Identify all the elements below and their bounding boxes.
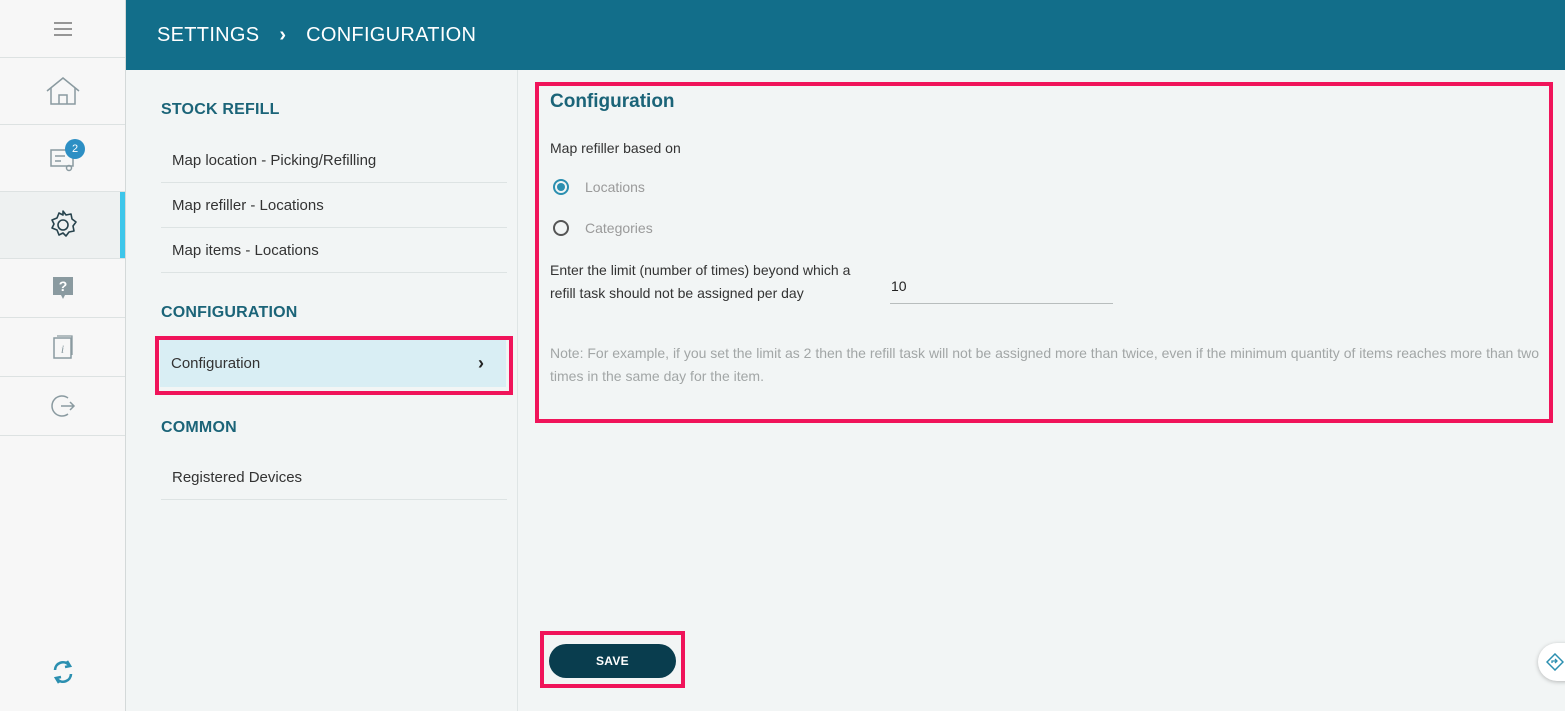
map-refiller-label: Map refiller based on (550, 140, 681, 156)
radio-categories-indicator[interactable] (553, 220, 569, 236)
notification-badge: 2 (65, 139, 85, 159)
svg-text:?: ? (58, 278, 67, 294)
menu-item-configuration[interactable]: Configuration › (160, 339, 506, 387)
gear-icon (50, 210, 77, 237)
limit-label: Enter the limit (number of times) beyond… (550, 262, 851, 301)
radio-locations-label: Locations (585, 179, 645, 195)
diamond-arrow-icon (1546, 653, 1564, 671)
radio-categories-label: Categories (585, 220, 653, 236)
hamburger-icon (53, 21, 72, 36)
section-title-common: COMMON (161, 419, 237, 436)
info-book-icon: i (52, 335, 73, 359)
breadcrumb-configuration: CONFIGURATION (306, 23, 477, 46)
menu-item-configuration-label: Configuration (171, 354, 261, 372)
settings-menu: STOCK REFILL Map location - Picking/Refi… (126, 70, 518, 711)
section-title-stock-refill: STOCK REFILL (161, 101, 280, 118)
svg-text:i: i (60, 342, 63, 356)
section-title-configuration: CONFIGURATION (161, 304, 298, 321)
chevron-right-icon: › (478, 352, 484, 373)
page-header: SETTINGS › CONFIGURATION (126, 0, 1565, 70)
menu-button[interactable] (0, 0, 125, 58)
sync-button[interactable] (0, 650, 125, 694)
radio-locations-indicator[interactable] (553, 179, 569, 195)
radio-locations[interactable]: Locations (553, 179, 645, 195)
logout-icon (50, 395, 75, 417)
breadcrumb-settings[interactable]: SETTINGS (157, 24, 259, 47)
menu-item-registered-devices[interactable]: Registered Devices (161, 455, 507, 500)
help-icon: ? (52, 277, 73, 299)
rail-tasks[interactable]: 2 (0, 125, 125, 192)
save-button[interactable]: SAVE (549, 644, 676, 678)
menu-item-map-refiller[interactable]: Map refiller - Locations (161, 183, 507, 228)
configuration-panel: Configuration Map refiller based on Loca… (519, 70, 1565, 711)
rail-help[interactable]: ? (0, 259, 125, 318)
menu-item-map-location[interactable]: Map location - Picking/Refilling (161, 138, 507, 183)
rail-logout[interactable] (0, 377, 125, 436)
limit-input[interactable] (890, 268, 1113, 304)
rail-info[interactable]: i (0, 318, 125, 377)
left-rail: 2 ? i (0, 0, 126, 711)
menu-item-map-items[interactable]: Map items - Locations (161, 228, 507, 273)
rail-home[interactable] (0, 58, 125, 125)
radio-categories[interactable]: Categories (553, 220, 653, 236)
note-text: Note: For example, if you set the limit … (550, 345, 1540, 384)
rail-settings[interactable] (0, 192, 125, 259)
breadcrumb-separator: › (279, 23, 287, 46)
sync-icon (53, 660, 72, 684)
home-icon (46, 77, 79, 105)
panel-title: Configuration (550, 91, 675, 112)
